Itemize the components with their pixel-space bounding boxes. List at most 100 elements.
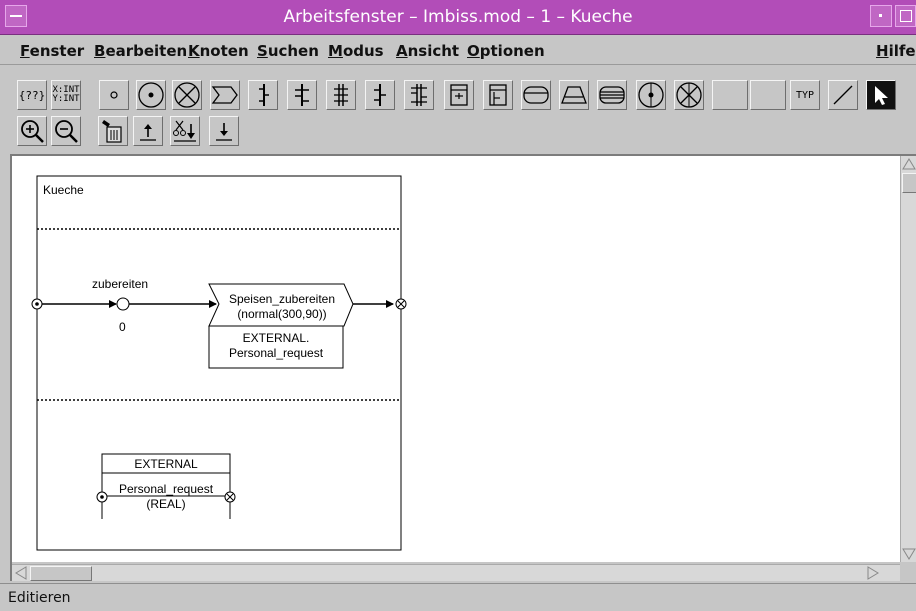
bar-4-icon xyxy=(374,84,386,106)
download-button[interactable] xyxy=(209,116,239,146)
transition-external-label: EXTERNAL. xyxy=(243,331,310,345)
trash-icon xyxy=(102,120,122,143)
cross-place-icon xyxy=(174,82,200,108)
bar-5-icon xyxy=(411,84,427,106)
horizontal-scroll-thumb[interactable] xyxy=(30,566,92,581)
horizontal-scrollbar[interactable] xyxy=(12,564,900,581)
menu-bearbeiten[interactable]: Bearbeiten xyxy=(94,42,187,60)
circle-x-tool-button[interactable] xyxy=(674,80,704,110)
place-tokens: 0 xyxy=(119,320,126,334)
place-icon xyxy=(138,82,164,108)
subnet-icon: {??} xyxy=(18,88,46,102)
upload-icon xyxy=(140,124,156,141)
place-label: zubereiten xyxy=(92,277,148,291)
bar-1-icon xyxy=(259,84,269,106)
vertical-scrollbar[interactable] xyxy=(900,156,916,562)
striped-box-icon xyxy=(599,86,625,104)
type-icon: TYP xyxy=(795,89,815,101)
transition-tool-button[interactable] xyxy=(210,80,240,110)
window-title: Arbeitsfenster – Imbiss.mod – 1 – Kueche xyxy=(283,7,633,27)
model-canvas[interactable]: Kueche zubereiten 0 Speisen_zubereiten (… xyxy=(12,156,900,562)
bar-3-icon xyxy=(334,84,348,106)
place-tool-button[interactable] xyxy=(136,80,166,110)
cut-paste-icon xyxy=(173,120,196,142)
pointer-tool-button[interactable] xyxy=(866,80,896,110)
scroll-corner xyxy=(900,564,916,581)
box-out-tool-button[interactable] xyxy=(483,80,513,110)
zoom-out-button[interactable] xyxy=(51,116,81,146)
transition-delay: (normal(300,90)) xyxy=(237,307,326,321)
menu-suchen[interactable]: Suchen xyxy=(257,42,319,60)
box-in-icon xyxy=(450,84,468,106)
rounded-box-icon xyxy=(523,86,549,104)
scroll-up-icon[interactable] xyxy=(902,157,916,171)
cross-place-tool-button[interactable] xyxy=(172,80,202,110)
small-place-tool-button[interactable] xyxy=(99,80,129,110)
trash-button[interactable] xyxy=(98,116,128,146)
line-tool-button[interactable] xyxy=(828,80,858,110)
menu-knoten[interactable]: Knoten xyxy=(188,42,249,60)
type-tool-button[interactable]: TYP xyxy=(790,80,820,110)
line-icon xyxy=(833,85,853,105)
bar-5-tool-button[interactable] xyxy=(404,80,434,110)
transition-name: Speisen_zubereiten xyxy=(229,292,335,306)
petri-net-diagram: Kueche zubereiten 0 Speisen_zubereiten (… xyxy=(31,175,407,551)
empty-tool-button-1[interactable] xyxy=(712,80,748,110)
transition-arrow-icon xyxy=(211,86,238,104)
maximize-icon xyxy=(900,10,912,22)
trapezoid-icon xyxy=(561,86,587,104)
variable-type-icon: X:INT Y:INT xyxy=(52,85,80,104)
status-bar: Editieren xyxy=(0,583,916,611)
bar-1-tool-button[interactable] xyxy=(248,80,278,110)
subnet-tool-button[interactable]: {??} xyxy=(17,80,47,110)
scroll-down-icon[interactable] xyxy=(902,547,916,561)
external-name: Personal_request xyxy=(119,482,214,496)
menu-ansicht[interactable]: Ansicht xyxy=(396,42,459,60)
bar-4-tool-button[interactable] xyxy=(365,80,395,110)
transition-request-label: Personal_request xyxy=(229,346,324,360)
menu-fenster[interactable]: Fenster xyxy=(20,42,84,60)
bar-2-tool-button[interactable] xyxy=(287,80,317,110)
cut-paste-button[interactable] xyxy=(170,116,200,146)
variable-type-tool-button[interactable]: X:INT Y:INT xyxy=(51,80,81,110)
zoom-in-icon xyxy=(21,120,44,143)
box-in-tool-button[interactable] xyxy=(444,80,474,110)
minimize-button[interactable] xyxy=(870,5,892,27)
trapezoid-tool-button[interactable] xyxy=(559,80,589,110)
maximize-button[interactable] xyxy=(895,5,916,27)
download-icon xyxy=(216,123,232,141)
external-type: (REAL) xyxy=(146,497,185,511)
input-port-dot xyxy=(35,302,39,306)
circle-dot-icon xyxy=(638,82,664,108)
zoom-in-button[interactable] xyxy=(17,116,47,146)
menu-hilfe[interactable]: Hilfe xyxy=(876,42,916,60)
small-place-icon xyxy=(110,91,118,99)
box-out-icon xyxy=(489,84,507,106)
place-zubereiten[interactable] xyxy=(116,297,130,311)
striped-box-tool-button[interactable] xyxy=(597,80,627,110)
upload-button[interactable] xyxy=(133,116,163,146)
menu-optionen[interactable]: Optionen xyxy=(467,42,545,60)
title-bar[interactable]: Arbeitsfenster – Imbiss.mod – 1 – Kueche xyxy=(0,0,916,35)
minimize-icon xyxy=(879,14,882,17)
zoom-out-icon xyxy=(55,120,78,143)
work-area: Kueche zubereiten 0 Speisen_zubereiten (… xyxy=(10,154,916,581)
app-window: Arbeitsfenster – Imbiss.mod – 1 – Kueche… xyxy=(0,0,916,611)
external-input-port-dot xyxy=(100,495,104,499)
container-title: Kueche xyxy=(43,183,84,197)
menu-bar: Fenster Bearbeiten Knoten Suchen Modus A… xyxy=(0,36,916,65)
circle-x-icon xyxy=(676,82,702,108)
status-text: Editieren xyxy=(8,590,71,606)
circle-dot-tool-button[interactable] xyxy=(636,80,666,110)
bar-2-icon xyxy=(295,84,309,106)
bar-3-tool-button[interactable] xyxy=(326,80,356,110)
menu-modus[interactable]: Modus xyxy=(328,42,384,60)
pointer-icon xyxy=(875,86,888,105)
rounded-box-tool-button[interactable] xyxy=(521,80,551,110)
toolbar: {??} X:INT Y:INT TYP xyxy=(0,66,916,154)
scroll-left-icon[interactable] xyxy=(14,566,28,580)
external-title: EXTERNAL xyxy=(134,457,198,471)
scroll-right-icon[interactable] xyxy=(866,566,880,580)
empty-tool-button-2[interactable] xyxy=(750,80,786,110)
vertical-scroll-thumb[interactable] xyxy=(902,173,916,193)
